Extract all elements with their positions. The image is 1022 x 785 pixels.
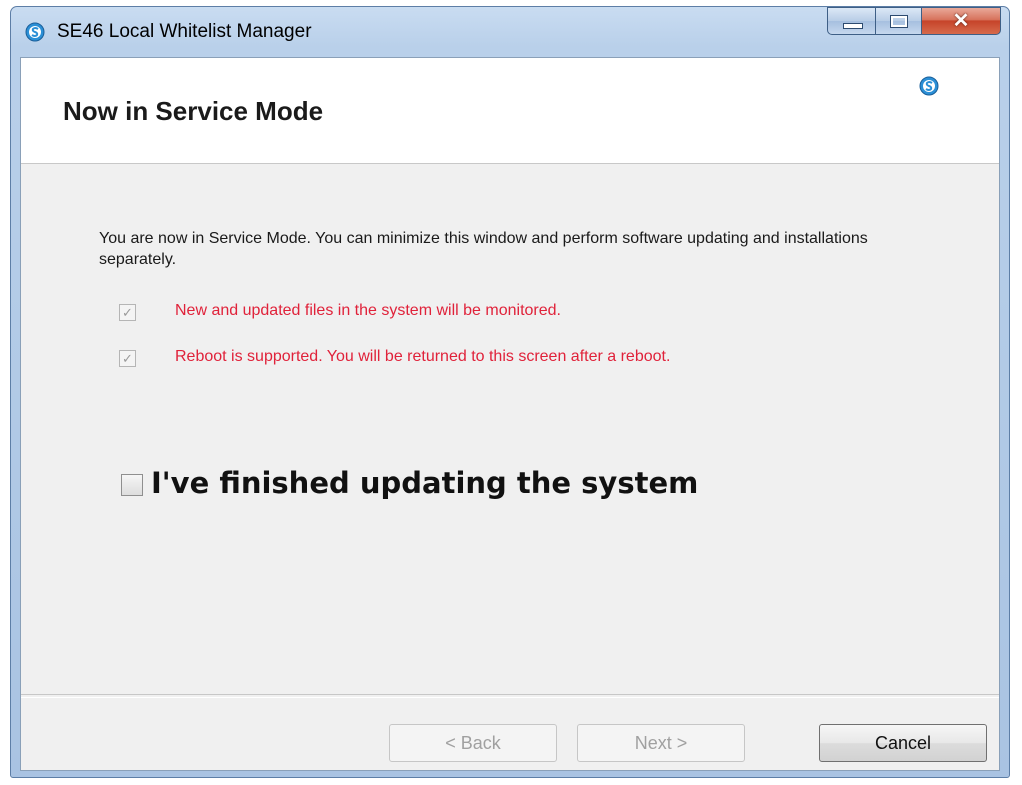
next-button[interactable]: Next >: [577, 724, 745, 762]
page-title: Now in Service Mode: [63, 96, 324, 126]
app-window: SE46 Local Whitelist Manager ✕ Now in Se…: [10, 6, 1010, 778]
finished-updating-checkbox[interactable]: [121, 474, 143, 496]
reboot-note-label: Reboot is supported. You will be returne…: [175, 348, 671, 365]
shield-s-icon: [919, 76, 939, 96]
footer-divider: [21, 694, 999, 698]
wizard-client-area: Now in Service Mode You are now in Servi…: [20, 57, 1000, 771]
close-button[interactable]: ✕: [921, 7, 1001, 35]
back-button[interactable]: < Back: [389, 724, 557, 762]
maximize-icon: [890, 15, 908, 28]
cancel-button[interactable]: Cancel: [819, 724, 987, 762]
finished-updating-label[interactable]: I've finished updating the system: [151, 466, 698, 500]
reboot-checkbox: ✓: [119, 350, 136, 367]
wizard-header: Now in Service Mode: [21, 58, 999, 164]
monitor-checkbox: ✓: [119, 304, 136, 321]
close-icon: ✕: [952, 10, 970, 32]
monitor-note-label: New and updated files in the system will…: [175, 302, 561, 319]
minimize-icon: [843, 23, 863, 29]
shield-s-icon: [25, 22, 45, 42]
minimize-button[interactable]: [827, 7, 875, 35]
intro-text: You are now in Service Mode. You can min…: [99, 230, 868, 268]
maximize-button[interactable]: [875, 7, 921, 35]
title-bar[interactable]: SE46 Local Whitelist Manager ✕: [11, 7, 1009, 57]
window-title: SE46 Local Whitelist Manager: [57, 21, 312, 42]
caption-buttons: ✕: [827, 7, 1001, 35]
